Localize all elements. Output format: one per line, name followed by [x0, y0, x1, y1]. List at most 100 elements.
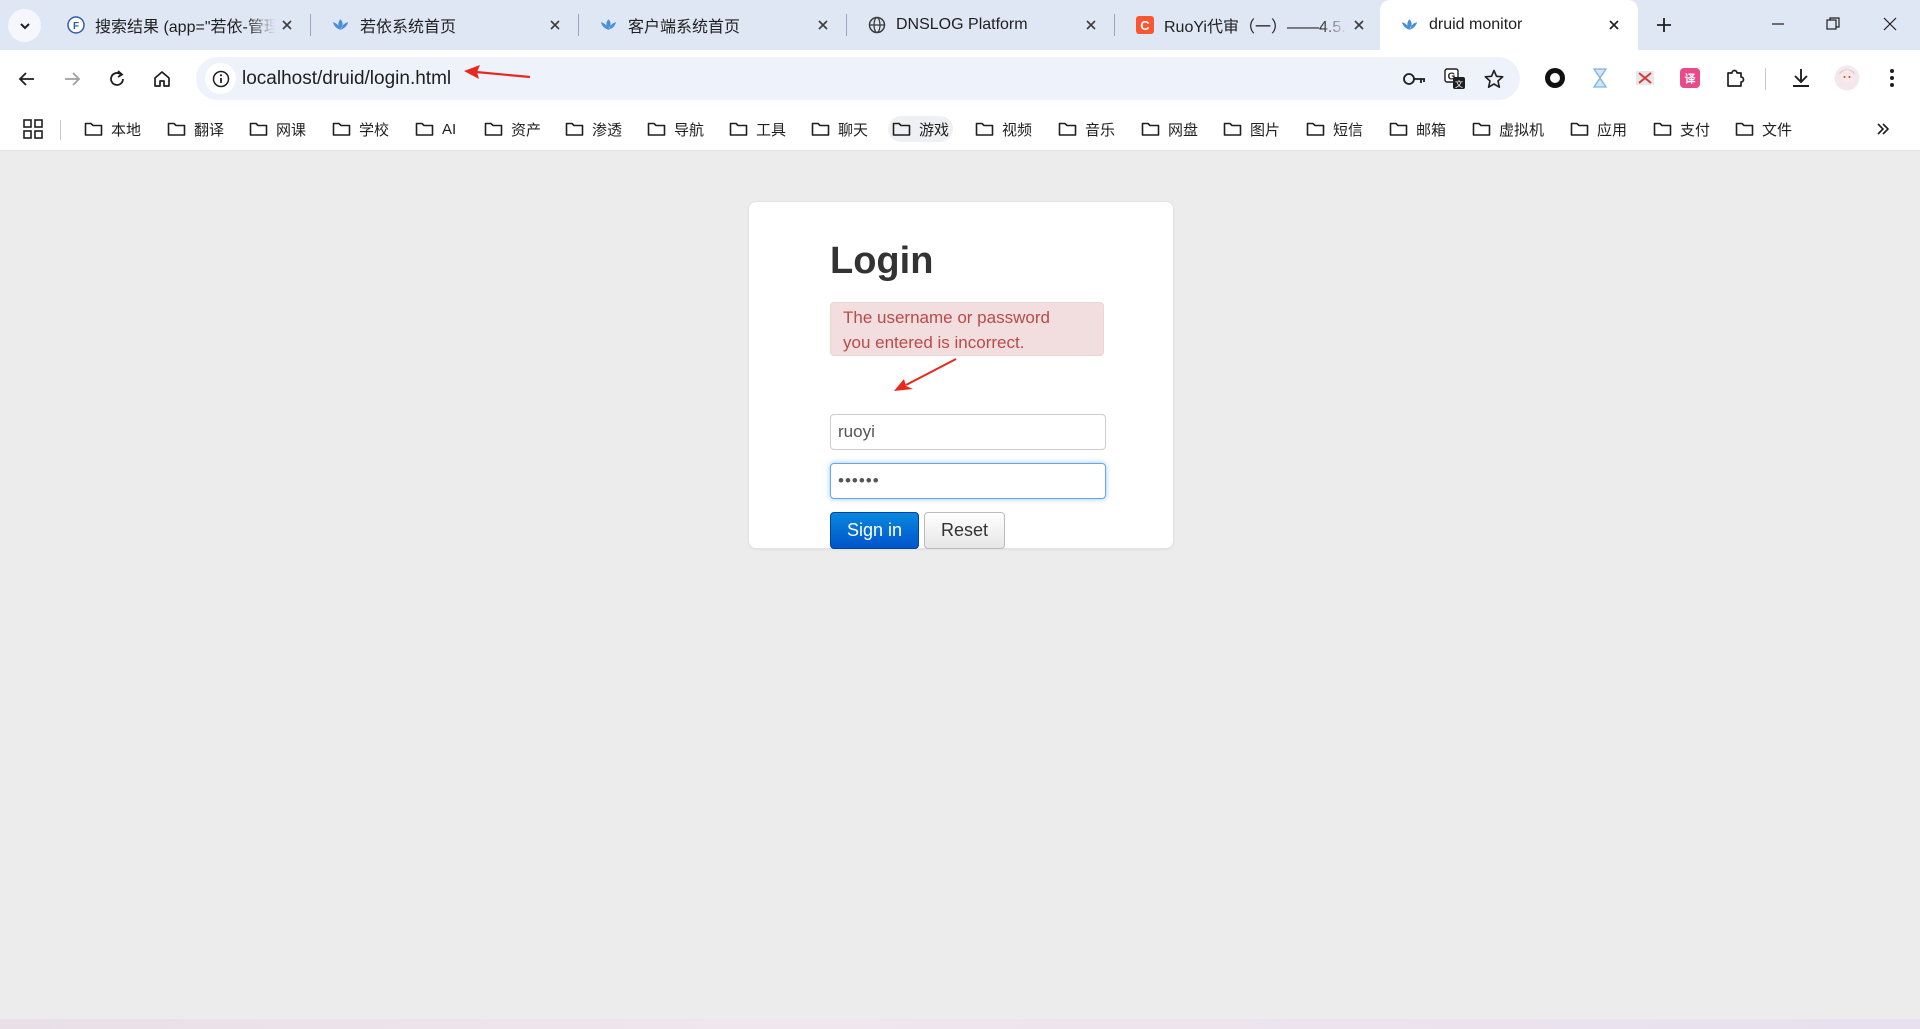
folder-icon — [811, 122, 830, 136]
restore-button[interactable] — [1815, 8, 1851, 40]
close-window-button[interactable] — [1872, 8, 1908, 40]
taskbar-edge — [0, 1019, 1920, 1029]
bookmark-folder[interactable]: 音乐 — [1054, 116, 1119, 142]
extension-translate-button[interactable]: 译 — [1675, 63, 1705, 93]
bookmark-label: 学校 — [359, 121, 390, 139]
close-icon[interactable] — [811, 13, 835, 37]
translate-button[interactable]: G文 — [1443, 67, 1467, 91]
tab-title: 搜索结果 (app="若依-管理 — [95, 19, 275, 36]
reset-button[interactable]: Reset — [924, 512, 1005, 549]
restore-icon — [1826, 17, 1840, 30]
bookmark-folder[interactable]: 邮箱 — [1385, 116, 1450, 142]
bookmark-label: 视频 — [1002, 121, 1033, 139]
home-icon — [154, 71, 170, 87]
bookmark-folder[interactable]: 支付 — [1649, 116, 1714, 142]
folder-icon — [1058, 122, 1077, 136]
bookmark-folder[interactable]: 游戏 — [888, 116, 954, 142]
more-bookmarks-button[interactable] — [1872, 118, 1894, 140]
back-button[interactable] — [10, 62, 44, 96]
bookmark-label: 文件 — [1762, 121, 1793, 139]
bookmark-label: 渗透 — [592, 121, 623, 139]
tab-title: RuoYi代审（一）——4.5.0 — [1164, 19, 1347, 36]
tab-client-home[interactable]: 客户端系统首页 — [579, 0, 847, 50]
folder-icon — [565, 122, 584, 136]
bookmark-folder[interactable]: 导航 — [643, 116, 708, 142]
puzzle-icon — [1727, 69, 1745, 87]
browser-menu-button[interactable] — [1877, 63, 1907, 93]
bookmark-folder[interactable]: 文件 — [1731, 116, 1796, 142]
extension-record-button[interactable] — [1540, 63, 1570, 93]
bookmark-label: 支付 — [1680, 121, 1711, 139]
address-bar[interactable]: localhost/druid/login.html G文 — [196, 57, 1520, 100]
page-content: Login The username or password you enter… — [0, 151, 1920, 1019]
bookmark-folder[interactable]: 应用 — [1566, 116, 1631, 142]
home-button[interactable] — [145, 62, 179, 96]
url-text[interactable]: localhost/druid/login.html — [242, 68, 451, 90]
bookmark-label: 资产 — [511, 121, 542, 139]
bookmark-folder[interactable]: 本地 — [80, 116, 145, 142]
translate-extension-icon: 译 — [1680, 68, 1700, 88]
downloads-button[interactable] — [1786, 63, 1816, 93]
tab-search-button[interactable] — [8, 9, 41, 42]
ruoyi-lotus-icon — [1400, 16, 1419, 35]
close-icon — [1883, 17, 1897, 31]
password-field[interactable]: •••••• — [830, 463, 1106, 499]
username-field[interactable]: ruoyi — [830, 414, 1106, 450]
folder-icon — [647, 122, 666, 136]
bookmark-folder[interactable]: 虚拟机 — [1468, 116, 1548, 142]
apps-grid-icon[interactable] — [22, 118, 44, 140]
extension-hourglass-button[interactable] — [1585, 63, 1615, 93]
bookmark-folder[interactable]: 网盘 — [1137, 116, 1202, 142]
bookmarks-bar: 本地 翻译 网课 学校 AI 资产 渗透 导航 工具 聊天 游戏 视频 音乐 网盘 图片 短信 邮箱 虚拟机 应用 支… — [0, 108, 1920, 151]
close-icon[interactable] — [275, 13, 299, 37]
close-icon[interactable] — [1347, 13, 1371, 37]
extension-x-button[interactable] — [1630, 63, 1660, 93]
bookmark-label: 聊天 — [838, 121, 869, 139]
bookmark-folder[interactable]: 视频 — [971, 116, 1036, 142]
site-info-button[interactable] — [205, 63, 236, 94]
bookmark-label: 应用 — [1597, 121, 1628, 139]
extensions-menu-button[interactable] — [1720, 63, 1750, 93]
csdn-icon: C — [1135, 16, 1154, 35]
folder-icon — [975, 122, 994, 136]
bookmark-folder[interactable]: 学校 — [328, 116, 393, 142]
bookmark-label: 翻译 — [194, 121, 225, 139]
plus-icon — [1657, 18, 1671, 32]
bookmark-folder[interactable]: 聊天 — [807, 116, 872, 142]
forward-button[interactable] — [55, 62, 89, 96]
reload-button[interactable] — [100, 62, 134, 96]
svg-text:F: F — [72, 21, 78, 32]
new-tab-button[interactable] — [1650, 11, 1678, 39]
bookmark-folder[interactable]: AI — [411, 116, 460, 142]
bookmark-folder[interactable]: 资产 — [480, 116, 545, 142]
login-form: Login The username or password you enter… — [748, 201, 1174, 549]
bookmark-folder[interactable]: 翻译 — [163, 116, 228, 142]
folder-icon — [84, 122, 103, 136]
bookmark-star-button[interactable] — [1482, 67, 1506, 91]
bookmark-folder[interactable]: 网课 — [245, 116, 310, 142]
record-icon — [1545, 68, 1565, 88]
bookmark-label: 短信 — [1333, 121, 1364, 139]
ruoyi-lotus-icon — [599, 16, 618, 35]
sign-in-button[interactable]: Sign in — [830, 512, 919, 549]
tab-druid-monitor[interactable]: druid monitor — [1380, 0, 1638, 50]
bookmark-folder[interactable]: 工具 — [725, 116, 790, 142]
minimize-button[interactable] — [1760, 8, 1796, 40]
login-title: Login — [830, 240, 934, 282]
close-icon[interactable] — [1602, 13, 1626, 37]
bookmark-folder[interactable]: 渗透 — [561, 116, 626, 142]
tab-ruoyi-home[interactable]: 若依系统首页 — [311, 0, 579, 50]
bookmark-folder[interactable]: 图片 — [1219, 116, 1284, 142]
tab-dnslog[interactable]: DNSLOG Platform — [847, 0, 1115, 50]
password-key-button[interactable] — [1403, 67, 1427, 91]
toolbar-separator — [1765, 68, 1766, 90]
close-icon[interactable] — [543, 13, 567, 37]
folder-icon — [332, 122, 351, 136]
key-icon — [1403, 73, 1425, 85]
svg-text:译: 译 — [1685, 73, 1697, 86]
tab-ruoyi-audit[interactable]: C RuoYi代审（一）——4.5.0 — [1115, 0, 1383, 50]
tab-search-results[interactable]: F 搜索结果 (app="若依-管理 — [46, 0, 311, 50]
profile-avatar-button[interactable] — [1832, 63, 1862, 93]
close-icon[interactable] — [1079, 13, 1103, 37]
bookmark-folder[interactable]: 短信 — [1302, 116, 1367, 142]
